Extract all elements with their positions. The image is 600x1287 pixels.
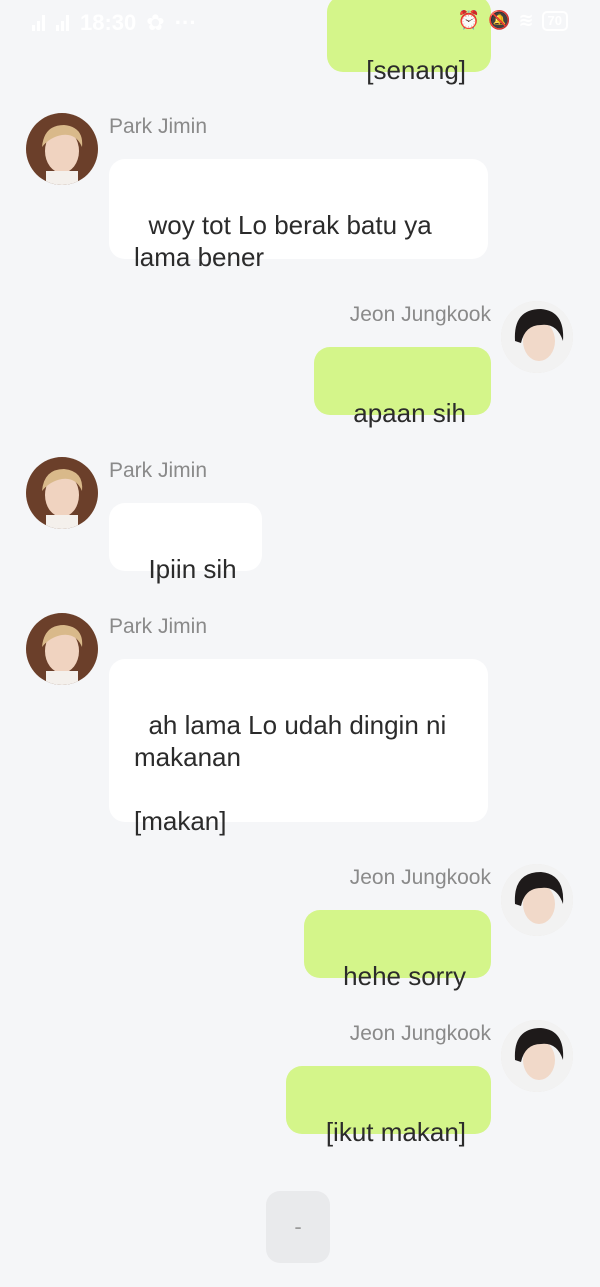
message-text: hehe sorry: [343, 961, 466, 991]
wifi-icon: ≋: [518, 10, 534, 30]
status-time: 18:30: [80, 10, 137, 35]
avatar-jeon-jungkook[interactable]: [501, 301, 573, 373]
message-bubble-incoming[interactable]: Ipiin sih: [109, 503, 262, 584]
sender-name: Park Jimin: [109, 115, 208, 138]
sender-name: Jeon Jungkook: [349, 303, 491, 326]
message-text: ah lama Lo udah dingin ni makanan [makan…: [134, 710, 447, 836]
message-text: [ikut makan]: [325, 1117, 466, 1147]
avatar-jeon-jungkook[interactable]: [501, 864, 573, 936]
mute-icon: 🔕: [488, 10, 511, 30]
avatar-park-jimin[interactable]: [26, 113, 98, 185]
sender-name: Jeon Jungkook: [349, 866, 491, 889]
message-bubble-outgoing[interactable]: hehe sorry: [303, 910, 491, 991]
message-bubble-outgoing[interactable]: apaan sih: [313, 347, 491, 428]
continue-button-label: -: [294, 1214, 302, 1239]
message-text: [senang]: [366, 55, 466, 85]
avatar-park-jimin[interactable]: [26, 613, 98, 685]
message-bubble-incoming[interactable]: ah lama Lo udah dingin ni makanan [makan…: [109, 659, 488, 836]
avatar-jeon-jungkook[interactable]: [501, 1020, 573, 1092]
signal-icon: [32, 15, 46, 31]
sender-name: Park Jimin: [109, 615, 208, 638]
message-bubble-incoming[interactable]: woy tot Lo berak batu ya lama bener: [109, 159, 488, 272]
message-text: apaan sih: [353, 398, 466, 428]
battery-icon: 70: [541, 10, 568, 31]
message-text: woy tot Lo berak batu ya lama bener: [134, 210, 432, 272]
more-notifications-icon: ···: [174, 10, 197, 35]
status-bar: 18:30 ✿ ··· ⏰ 🔕 ≋ 70: [0, 0, 600, 46]
sender-name: Park Jimin: [109, 459, 208, 482]
message-text: Ipiin sih: [148, 554, 237, 584]
notification-icon: ✿: [146, 10, 165, 35]
message-bubble-outgoing[interactable]: [ikut makan]: [286, 1066, 491, 1147]
avatar-park-jimin[interactable]: [26, 457, 98, 529]
signal-icon-2: [56, 15, 70, 31]
sender-name: Jeon Jungkook: [349, 1022, 491, 1045]
continue-button[interactable]: -: [266, 1191, 330, 1263]
alarm-icon: ⏰: [457, 10, 481, 30]
